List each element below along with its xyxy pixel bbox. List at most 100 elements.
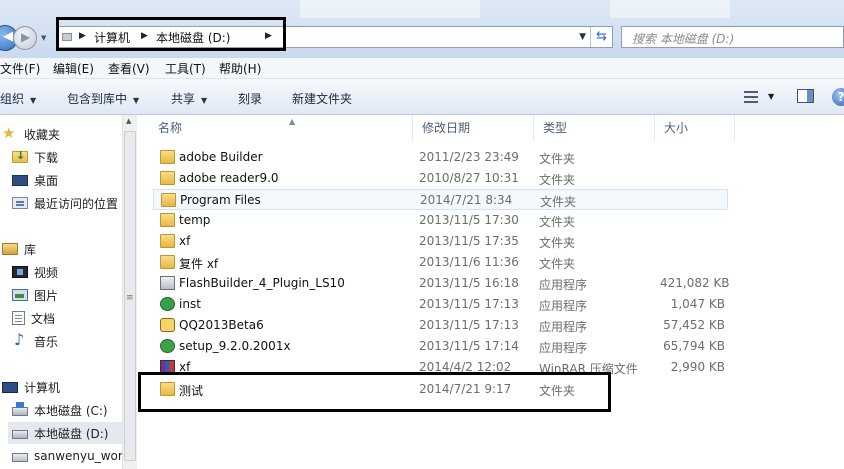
view-options-icon[interactable]	[744, 91, 758, 103]
file-row[interactable]: Program Files 2014/7/21 8:34 文件夹	[153, 189, 728, 210]
file-modified: 2010/8/27 10:31	[419, 171, 519, 185]
file-name: 复件 xf	[179, 257, 219, 271]
breadcrumb-computer[interactable]: 计算机	[94, 29, 130, 46]
file-row[interactable]: QQ2013Beta6 2013/11/5 17:13 应用程序 57,452 KB	[153, 315, 728, 336]
file-type: 文件夹	[539, 152, 576, 166]
file-name: setup_9.2.0.2001x	[179, 339, 291, 353]
recent-places-icon	[12, 197, 28, 209]
search-input[interactable]: 搜索 本地磁盘 (D:)	[621, 26, 844, 48]
file-row[interactable]: xf 2014/4/2 12:02 WinRAR 压缩文件 2,990 KB	[153, 357, 728, 378]
nav-computer[interactable]: 计算机	[2, 376, 120, 398]
file-row[interactable]: setup_9.2.0.2001x 2013/11/5 17:14 应用程序 65,7…	[153, 336, 728, 357]
forward-arrow-icon: ▶	[21, 30, 31, 44]
file-modified: 2013/11/5 17:14	[419, 339, 519, 353]
column-header-modified[interactable]: 修改日期	[413, 115, 534, 141]
file-modified: 2014/4/2 12:02	[419, 360, 512, 374]
file-row[interactable]: inst 2013/11/5 17:13 应用程序 1,047 KB	[153, 294, 728, 315]
breadcrumb-arrow-icon[interactable]: ▶	[141, 31, 148, 41]
menu-view[interactable]: 查看(V)	[108, 60, 150, 77]
refresh-icon: ⇆	[596, 29, 607, 44]
file-size: 421,082 KB	[660, 276, 730, 290]
share-button[interactable]: 共享 ▼	[171, 90, 207, 107]
nav-downloads[interactable]: 下载	[12, 146, 120, 168]
network-drive-icon	[12, 453, 28, 462]
help-icon[interactable]: ?	[832, 88, 844, 106]
file-row[interactable]: xf 2013/11/5 17:35 文件夹	[153, 231, 728, 252]
file-size: 1,047 KB	[670, 297, 725, 311]
search-placeholder: 搜索 本地磁盘 (D:)	[632, 32, 735, 46]
file-row[interactable]: 测试 2014/7/21 9:17 文件夹	[153, 379, 728, 400]
menu-edit[interactable]: 编辑(E)	[53, 60, 94, 77]
pane-splitter-grip-icon[interactable]: ≡	[126, 293, 134, 303]
folder-icon	[160, 255, 175, 269]
forward-button[interactable]: ▶	[13, 26, 37, 50]
recent-pages-dropdown[interactable]: ▼	[41, 34, 46, 42]
file-size: 2,990 KB	[670, 360, 725, 374]
nav-videos[interactable]: 视频	[12, 261, 120, 283]
column-header-size[interactable]: 大小	[655, 115, 735, 141]
back-arrow-icon: ◀	[3, 29, 13, 44]
chevron-down-icon: ▼	[201, 96, 208, 105]
address-history-dropdown[interactable]: ▼	[579, 32, 586, 42]
breadcrumb-drive-d[interactable]: 本地磁盘 (D:)	[156, 29, 230, 46]
navigation-pane: 收藏夹 下载 桌面 最近访问的位置 库 视频 图片 文档 音乐 计算机 本地磁盘…	[0, 115, 137, 469]
file-type: 应用程序	[539, 320, 588, 334]
file-type: 文件夹	[539, 257, 576, 271]
refresh-button[interactable]: ⇆	[590, 27, 612, 47]
file-row[interactable]: adobe reader9.0 2010/8/27 10:31 文件夹	[153, 168, 728, 189]
library-icon	[2, 243, 18, 255]
nav-documents[interactable]: 文档	[12, 307, 120, 329]
file-row[interactable]: FlashBuilder_4_Plugin_LS10 2013/11/5 16:1…	[153, 273, 730, 294]
breadcrumb-arrow-icon[interactable]: ▶	[265, 31, 272, 41]
breadcrumb-arrow-icon[interactable]: ▶	[79, 31, 86, 41]
system-drive-icon	[12, 402, 28, 416]
preview-pane-icon[interactable]	[797, 89, 814, 103]
sort-ascending-icon: ▲	[289, 117, 296, 126]
folder-icon	[161, 193, 176, 207]
menu-tools[interactable]: 工具(T)	[165, 60, 206, 77]
computer-icon	[2, 381, 18, 393]
file-row[interactable]: adobe Builder 2011/2/23 23:49 文件夹	[153, 147, 728, 168]
file-size: 57,452 KB	[663, 318, 725, 332]
nav-pictures[interactable]: 图片	[12, 284, 120, 306]
file-type: 文件夹	[539, 236, 576, 250]
menu-file[interactable]: 文件(F)	[0, 60, 40, 77]
column-name-label: 名称	[158, 121, 183, 135]
include-library-button[interactable]: 包含到库中 ▼	[67, 90, 139, 107]
file-name: inst	[179, 297, 201, 311]
nav-music[interactable]: 音乐	[12, 330, 120, 352]
file-name: adobe Builder	[179, 150, 263, 164]
file-row[interactable]: temp 2013/11/5 17:30 文件夹	[153, 210, 728, 231]
file-name: Program Files	[180, 193, 261, 207]
file-row[interactable]: 复件 xf 2013/11/6 11:36 文件夹	[153, 252, 728, 273]
file-modified: 2013/11/5 17:35	[419, 234, 519, 248]
nav-desktop[interactable]: 桌面	[12, 169, 120, 191]
nav-favorites[interactable]: 收藏夹	[2, 123, 120, 145]
video-library-icon	[12, 266, 28, 278]
nav-pane-scrollbar[interactable]: ▲ ≡	[122, 115, 137, 469]
downloads-folder-icon	[12, 149, 28, 163]
nav-libraries[interactable]: 库	[2, 238, 120, 260]
installer-icon	[160, 276, 175, 290]
nav-drive-d[interactable]: 本地磁盘 (D:)	[8, 422, 122, 444]
file-type: 文件夹	[539, 173, 576, 187]
column-header-type[interactable]: 类型	[534, 115, 655, 141]
menu-help[interactable]: 帮助(H)	[219, 60, 261, 77]
scroll-up-arrow-icon[interactable]: ▲	[126, 117, 131, 125]
chevron-down-icon[interactable]: ▼	[768, 92, 774, 101]
burn-button[interactable]: 刻录	[238, 90, 262, 107]
picture-library-icon	[12, 289, 28, 301]
file-type: WinRAR 压缩文件	[539, 362, 638, 376]
new-folder-button[interactable]: 新建文件夹	[292, 90, 352, 107]
nav-drive-c[interactable]: 本地磁盘 (C:)	[12, 399, 120, 421]
menu-bar: 文件(F) 编辑(E) 查看(V) 工具(T) 帮助(H)	[0, 58, 844, 79]
nav-network-drive[interactable]: sanwenyu_work	[12, 445, 122, 467]
address-bar[interactable]: ▶ 计算机 ▶ 本地磁盘 (D:) ▶ ▼ ⇆	[57, 26, 613, 48]
organize-button[interactable]: 组织 ▼	[0, 90, 36, 107]
hard-drive-icon	[12, 430, 28, 439]
nav-recent-places[interactable]: 最近访问的位置	[12, 192, 122, 214]
folder-icon	[160, 213, 175, 227]
file-modified: 2013/11/5 17:13	[419, 318, 519, 332]
column-header-name[interactable]: 名称 ▲	[149, 115, 413, 141]
file-modified: 2011/2/23 23:49	[419, 150, 519, 164]
